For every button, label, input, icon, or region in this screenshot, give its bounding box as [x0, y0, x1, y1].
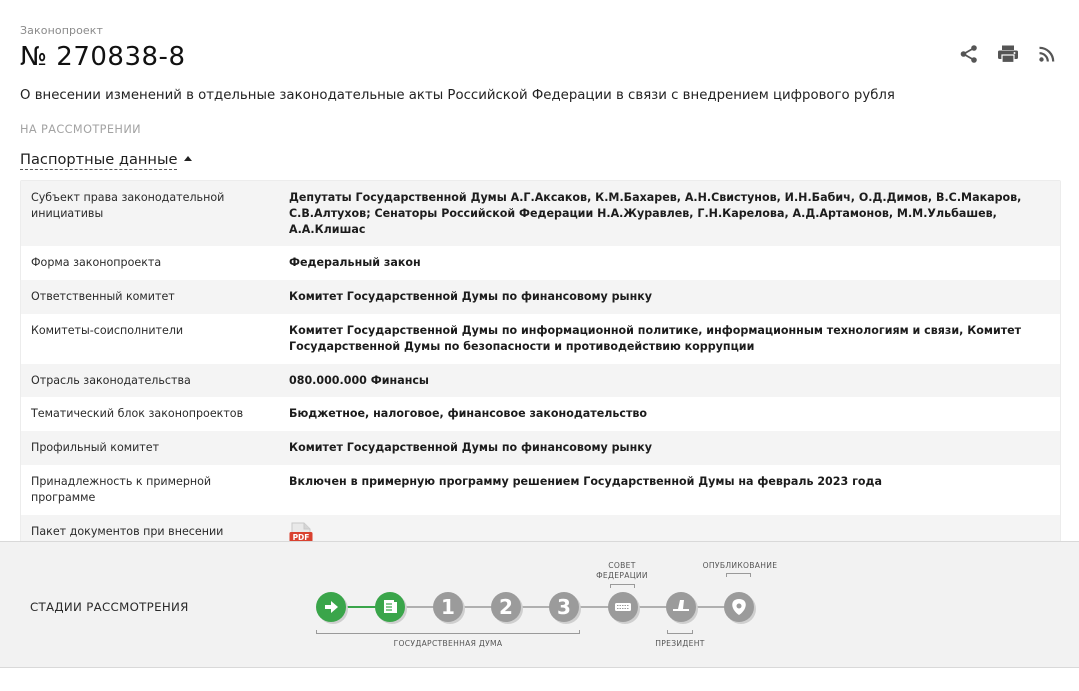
stage-number: 1 [441, 595, 455, 619]
president-label: ПРЕЗИДЕНТ [655, 639, 705, 648]
passport-row-thematic-block: Тематический блок законопроектов Бюджетн… [21, 397, 1060, 432]
rss-icon [1039, 46, 1055, 62]
passport-key: Субъект права законодательной инициативы [31, 191, 225, 220]
stage-third-reading[interactable]: 3 [549, 592, 581, 624]
stage-first-reading[interactable]: 1 [433, 592, 465, 624]
passport-value: Бюджетное, налоговое, финансовое законод… [289, 407, 648, 421]
stage-number: 3 [557, 595, 571, 619]
duma-bracket [316, 630, 580, 634]
passport-row-initiator: Субъект права законодательной инициативы… [21, 181, 1060, 247]
passport-key: Отрасль законодательства [31, 373, 191, 387]
passport-key: Профильный комитет [31, 441, 160, 455]
passport-row-responsible-committee: Ответственный комитет Комитет Государств… [21, 280, 1060, 314]
passport-key: Ответственный комитет [31, 290, 175, 304]
passport-value: Комитет Государственной Думы по финансов… [289, 441, 653, 455]
stages-track: 1 2 3 [316, 592, 756, 624]
bill-number: № 270838-8 [20, 42, 186, 72]
caret-up-icon [184, 156, 193, 161]
passport-value: Включен в примерную программу решением Г… [289, 474, 882, 488]
stage-federation-council[interactable] [608, 592, 640, 624]
bill-status: НА РАССМОТРЕНИИ [20, 123, 142, 136]
stage-second-reading[interactable]: 2 [491, 592, 523, 624]
passport-row-program: Принадлежность к примерной программе Вкл… [21, 464, 1060, 515]
passport-value: Комитет Государственной Думы по финансов… [289, 290, 653, 304]
passport-toggle-label: Паспортные данные [20, 151, 178, 170]
share-button[interactable] [957, 42, 981, 66]
bill-title: О внесении изменений в отдельные законод… [20, 88, 895, 103]
bill-eyebrow: Законопроект [20, 24, 104, 37]
stage-publication[interactable] [724, 592, 756, 624]
duma-label: ГОСУДАРСТВЕННАЯ ДУМА [393, 639, 503, 648]
passport-row-form: Форма законопроекта Федеральный закон [21, 246, 1060, 281]
passport-key: Форма законопроекта [31, 256, 162, 270]
passport-value: Депутаты Государственной Думы А.Г.Аксако… [289, 191, 1022, 236]
rss-button[interactable] [1035, 42, 1059, 66]
toolbar [957, 42, 1059, 66]
passport-row-co-committees: Комитеты-соисполнители Комитет Государст… [21, 313, 1060, 364]
print-icon [998, 45, 1018, 64]
passport-value: Федеральный закон [289, 256, 421, 270]
passport-row-branch: Отрасль законодательства 080.000.000 Фин… [21, 363, 1060, 398]
passport-key: Комитеты-соисполнители [31, 323, 184, 337]
stage-registration[interactable] [316, 592, 348, 624]
stage-president[interactable] [666, 592, 698, 624]
passport-value: 080.000.000 Финансы [289, 373, 429, 387]
passport-row-profile-committee: Профильный комитет Комитет Государственн… [21, 431, 1060, 465]
keyboard-icon [615, 603, 631, 611]
stage-number: 2 [499, 595, 513, 619]
stage-preliminary[interactable] [375, 592, 407, 624]
passport-toggle[interactable]: Паспортные данные [20, 151, 193, 170]
print-button[interactable] [996, 42, 1020, 66]
passport-key: Принадлежность к примерной программе [31, 474, 212, 504]
passport-key: Тематический блок законопроектов [31, 407, 244, 421]
passport-table: Субъект права законодательной инициативы… [20, 180, 1061, 563]
president-bracket [667, 630, 693, 634]
passport-value: Комитет Государственной Думы по информац… [289, 323, 1022, 353]
stages-panel: СТАДИИ РАССМОТРЕНИЯ СОВЕТ ФЕДЕРАЦИИ ОПУБ… [0, 541, 1079, 668]
share-icon [960, 45, 977, 63]
